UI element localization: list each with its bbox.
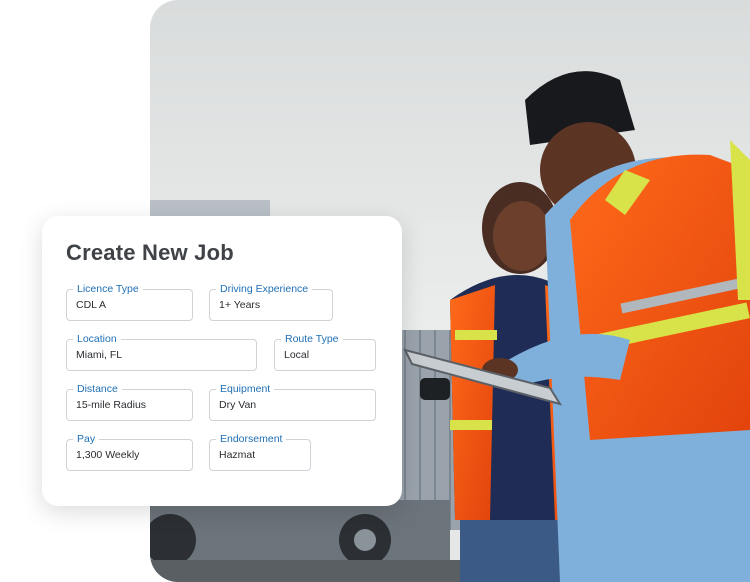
licence-type-field[interactable]: Licence Type CDL A xyxy=(66,282,193,321)
field-label: Endorsement xyxy=(216,432,287,446)
endorsement-field[interactable]: Endorsement Hazmat xyxy=(209,432,311,471)
field-value: 15-mile Radius xyxy=(76,399,147,411)
field-label: Route Type xyxy=(281,332,343,346)
field-value: 1+ Years xyxy=(219,299,261,311)
field-value: CDL A xyxy=(76,299,106,311)
route-type-field[interactable]: Route Type Local xyxy=(274,332,376,371)
driving-experience-field[interactable]: Driving Experience 1+ Years xyxy=(209,282,333,321)
location-field[interactable]: Location Miami, FL xyxy=(66,332,257,371)
field-label: Driving Experience xyxy=(216,282,313,296)
field-label: Location xyxy=(73,332,121,346)
field-value: Hazmat xyxy=(219,449,256,461)
equipment-field[interactable]: Equipment Dry Van xyxy=(209,382,376,421)
field-label: Equipment xyxy=(216,382,275,396)
pay-field[interactable]: Pay 1,300 Weekly xyxy=(66,432,193,471)
field-value: 1,300 Weekly xyxy=(76,449,140,461)
field-value: Dry Van xyxy=(219,399,257,411)
card-title: Create New Job xyxy=(66,240,234,265)
field-label: Licence Type xyxy=(73,282,143,296)
field-value: Miami, FL xyxy=(76,349,123,361)
field-label: Pay xyxy=(73,432,100,446)
field-label: Distance xyxy=(73,382,122,396)
field-value: Local xyxy=(284,349,310,361)
distance-field[interactable]: Distance 15-mile Radius xyxy=(66,382,193,421)
create-job-card: Create New Job Licence Type CDL A Drivin… xyxy=(42,216,402,506)
